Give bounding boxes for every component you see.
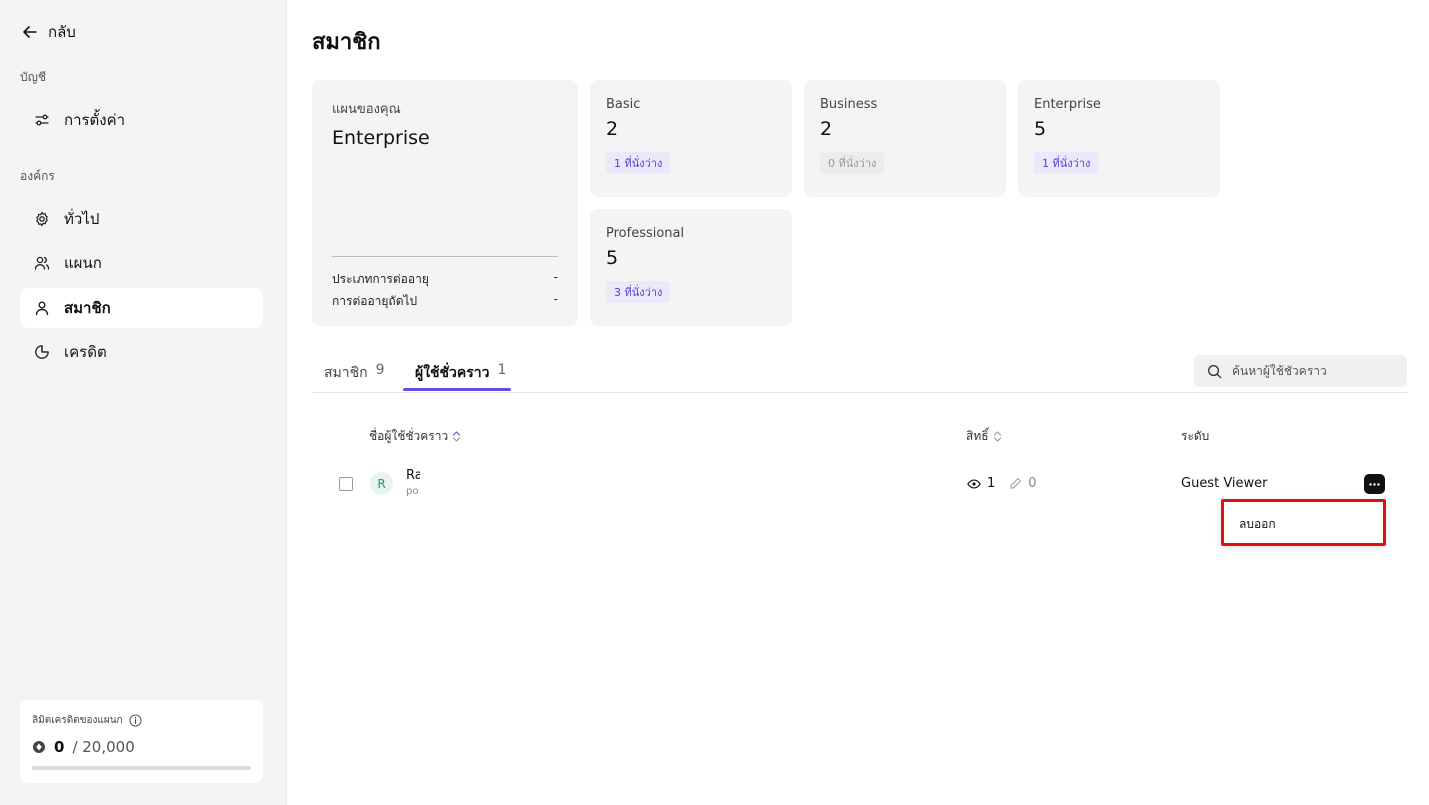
plan-card: แผนของคุณ Enterprise ประเภทการต่ออายุ - …	[312, 80, 578, 326]
available-seats-badge: 1 ที่นั่งว่าง	[606, 152, 671, 174]
sidebar-item-label: ทั่วไป	[64, 210, 100, 228]
tab-count: 1	[497, 362, 507, 378]
sort-icon[interactable]	[452, 430, 461, 443]
sidebar-item-credits[interactable]: เครดิต	[20, 332, 263, 372]
plan-name: Enterprise	[332, 127, 430, 149]
more-horizontal-icon	[1369, 482, 1380, 486]
tab-label: สมาชิก	[324, 365, 368, 381]
back-label: กลับ	[48, 23, 76, 41]
available-seats-badge: 0 ที่นั่งว่าง	[820, 152, 885, 174]
next-renewal-row: การต่ออายุถัดไป -	[332, 292, 558, 311]
column-header-name[interactable]: ชื่อผู้ใช้ชั่วคราว	[369, 427, 461, 446]
tab-count: 9	[375, 362, 385, 378]
seat-plan-name: Basic	[606, 97, 641, 112]
credit-used: 0	[54, 738, 65, 756]
sort-icon[interactable]	[993, 430, 1002, 443]
plan-divider	[332, 256, 558, 257]
sidebar-item-members[interactable]: สมาชิก	[20, 288, 263, 328]
remove-menu-item[interactable]: ลบออก	[1239, 515, 1276, 534]
seat-card-business: Business 2 0 ที่นั่งว่าง	[804, 80, 1006, 197]
sidebar: กลับ บัญชี การตั้งค่า องค์กร ทั่วไป แผนก…	[0, 0, 287, 805]
level-value: Guest Viewer	[1181, 476, 1268, 491]
sidebar-item-general[interactable]: ทั่วไป	[20, 199, 263, 239]
info-icon[interactable]	[129, 714, 142, 727]
back-button[interactable]: กลับ	[22, 20, 76, 44]
credit-progress-bar	[32, 766, 251, 770]
column-header-label: สิทธิ์	[966, 429, 989, 443]
seat-plan-name: Enterprise	[1034, 97, 1101, 112]
pie-chart-icon	[35, 345, 49, 359]
search-icon	[1208, 364, 1222, 378]
sliders-icon	[35, 114, 49, 126]
tab-label: ผู้ใช้ชั่วคราว	[415, 365, 490, 381]
page-title: สมาชิก	[312, 30, 381, 55]
users-icon	[34, 256, 50, 270]
available-seats-badge: 1 ที่นั่งว่าง	[1034, 152, 1099, 174]
seat-count: 5	[1034, 118, 1047, 140]
seat-count: 5	[606, 247, 619, 269]
sidebar-item-settings[interactable]: การตั้งค่า	[20, 100, 263, 140]
next-renewal-label: การต่ออายุถัดไป	[332, 294, 418, 308]
available-seats-badge: 3 ที่นั่งว่าง	[606, 281, 671, 303]
gear-icon	[36, 211, 48, 227]
avatar: R	[370, 472, 393, 495]
column-header-permission[interactable]: สิทธิ์	[966, 427, 1002, 446]
eye-icon	[967, 478, 981, 489]
renewal-type-row: ประเภทการต่ออายุ -	[332, 270, 558, 289]
credit-total: / 20,000	[72, 738, 135, 756]
sidebar-item-label: เครดิต	[64, 343, 107, 361]
sidebar-item-departments[interactable]: แผนก	[20, 243, 263, 283]
sidebar-item-label: การตั้งค่า	[64, 111, 126, 129]
seat-card-basic: Basic 2 1 ที่นั่งว่าง	[590, 80, 792, 197]
search-input[interactable]	[1232, 364, 1392, 378]
org-section-label: องค์กร	[20, 169, 55, 183]
tab-members[interactable]: สมาชิก 9	[324, 355, 385, 393]
user-email: po	[406, 486, 419, 497]
credit-limit-card: ลิมิตเครดิตของแผนก 0 / 20,000	[20, 700, 263, 783]
seat-card-enterprise: Enterprise 5 1 ที่นั่งว่าง	[1018, 80, 1220, 197]
renewal-type-value: -	[553, 270, 558, 284]
edit-count: 0	[1028, 476, 1037, 491]
column-header-label: ชื่อผู้ใช้ชั่วคราว	[369, 429, 449, 443]
plan-label: แผนของคุณ	[332, 102, 401, 117]
pencil-icon	[1010, 478, 1022, 489]
column-header-level: ระดับ	[1181, 427, 1209, 446]
arrow-left-icon	[23, 26, 37, 38]
sidebar-item-label: แผนก	[64, 254, 102, 272]
seat-count: 2	[820, 118, 833, 140]
user-icon	[35, 301, 49, 316]
column-header-label: ระดับ	[1181, 429, 1210, 443]
active-tab-indicator	[403, 388, 511, 391]
renewal-type-label: ประเภทการต่ออายุ	[332, 272, 429, 286]
user-name: Ra	[406, 468, 420, 483]
sidebar-item-label: สมาชิก	[64, 299, 111, 317]
seat-count: 2	[606, 118, 619, 140]
account-section-label: บัญชี	[20, 70, 46, 84]
more-options-button[interactable]	[1364, 474, 1385, 494]
seat-card-professional: Professional 5 3 ที่นั่งว่าง	[590, 209, 792, 326]
seat-plan-name: Professional	[606, 226, 685, 241]
credit-limit-title: ลิมิตเครดิตของแผนก	[32, 715, 123, 726]
permission-cell: 1 0	[967, 476, 1037, 491]
coin-icon	[33, 741, 45, 753]
search-box[interactable]	[1194, 355, 1407, 387]
row-actions-menu: ลบออก	[1221, 499, 1386, 546]
view-count: 1	[987, 476, 996, 491]
row-checkbox[interactable]	[339, 477, 353, 491]
seat-plan-name: Business	[820, 97, 878, 112]
next-renewal-value: -	[553, 292, 558, 306]
